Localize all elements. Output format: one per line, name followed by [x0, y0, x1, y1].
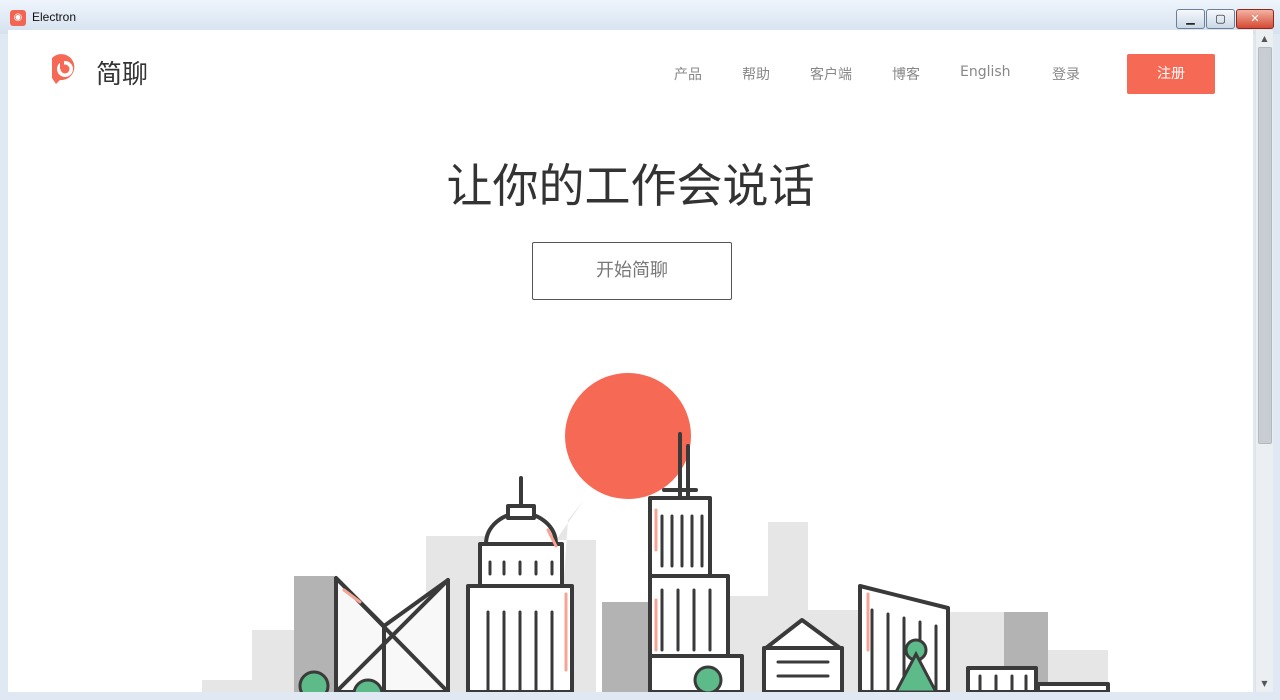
minimize-button[interactable]: ▁	[1176, 9, 1205, 29]
scrollbar-thumb[interactable]	[1258, 47, 1272, 444]
scroll-down-icon[interactable]: ▼	[1256, 675, 1273, 692]
title-bar[interactable]: ◉ Electron ▁ ▢ ✕	[0, 0, 1280, 34]
city-skyline-illustration	[202, 373, 1110, 692]
maximize-icon: ▢	[1215, 12, 1226, 25]
app-window: ◉ Electron ▁ ▢ ✕ 简聊 产品 帮助 客户端 博客 English…	[0, 0, 1280, 700]
close-button[interactable]: ✕	[1236, 9, 1274, 29]
jianliao-logo-icon[interactable]	[46, 52, 82, 88]
maximize-button[interactable]: ▢	[1206, 9, 1235, 29]
nav-blog[interactable]: 博客	[892, 64, 920, 84]
minimize-icon: ▁	[1186, 12, 1195, 25]
scroll-up-icon[interactable]: ▲	[1256, 30, 1273, 47]
window-title: Electron	[32, 10, 77, 24]
web-content: 简聊 产品 帮助 客户端 博客 English 登录 注册 让你的工作会说话 开…	[8, 30, 1253, 692]
nav-clients[interactable]: 客户端	[810, 64, 852, 84]
vertical-scrollbar[interactable]: ▲ ▼	[1255, 30, 1273, 692]
brand-name[interactable]: 简聊	[96, 54, 148, 91]
signup-button[interactable]: 注册	[1127, 54, 1215, 94]
nav-products[interactable]: 产品	[674, 64, 702, 84]
close-icon: ✕	[1250, 12, 1260, 25]
app-logo-icon: ◉	[10, 10, 26, 26]
nav-login[interactable]: 登录	[1052, 64, 1080, 84]
start-button[interactable]: 开始简聊	[532, 242, 732, 300]
nav-help[interactable]: 帮助	[742, 64, 770, 84]
hero-title: 让你的工作会说话	[446, 159, 815, 213]
sun-icon	[565, 373, 691, 499]
nav-english[interactable]: English	[960, 64, 1011, 80]
